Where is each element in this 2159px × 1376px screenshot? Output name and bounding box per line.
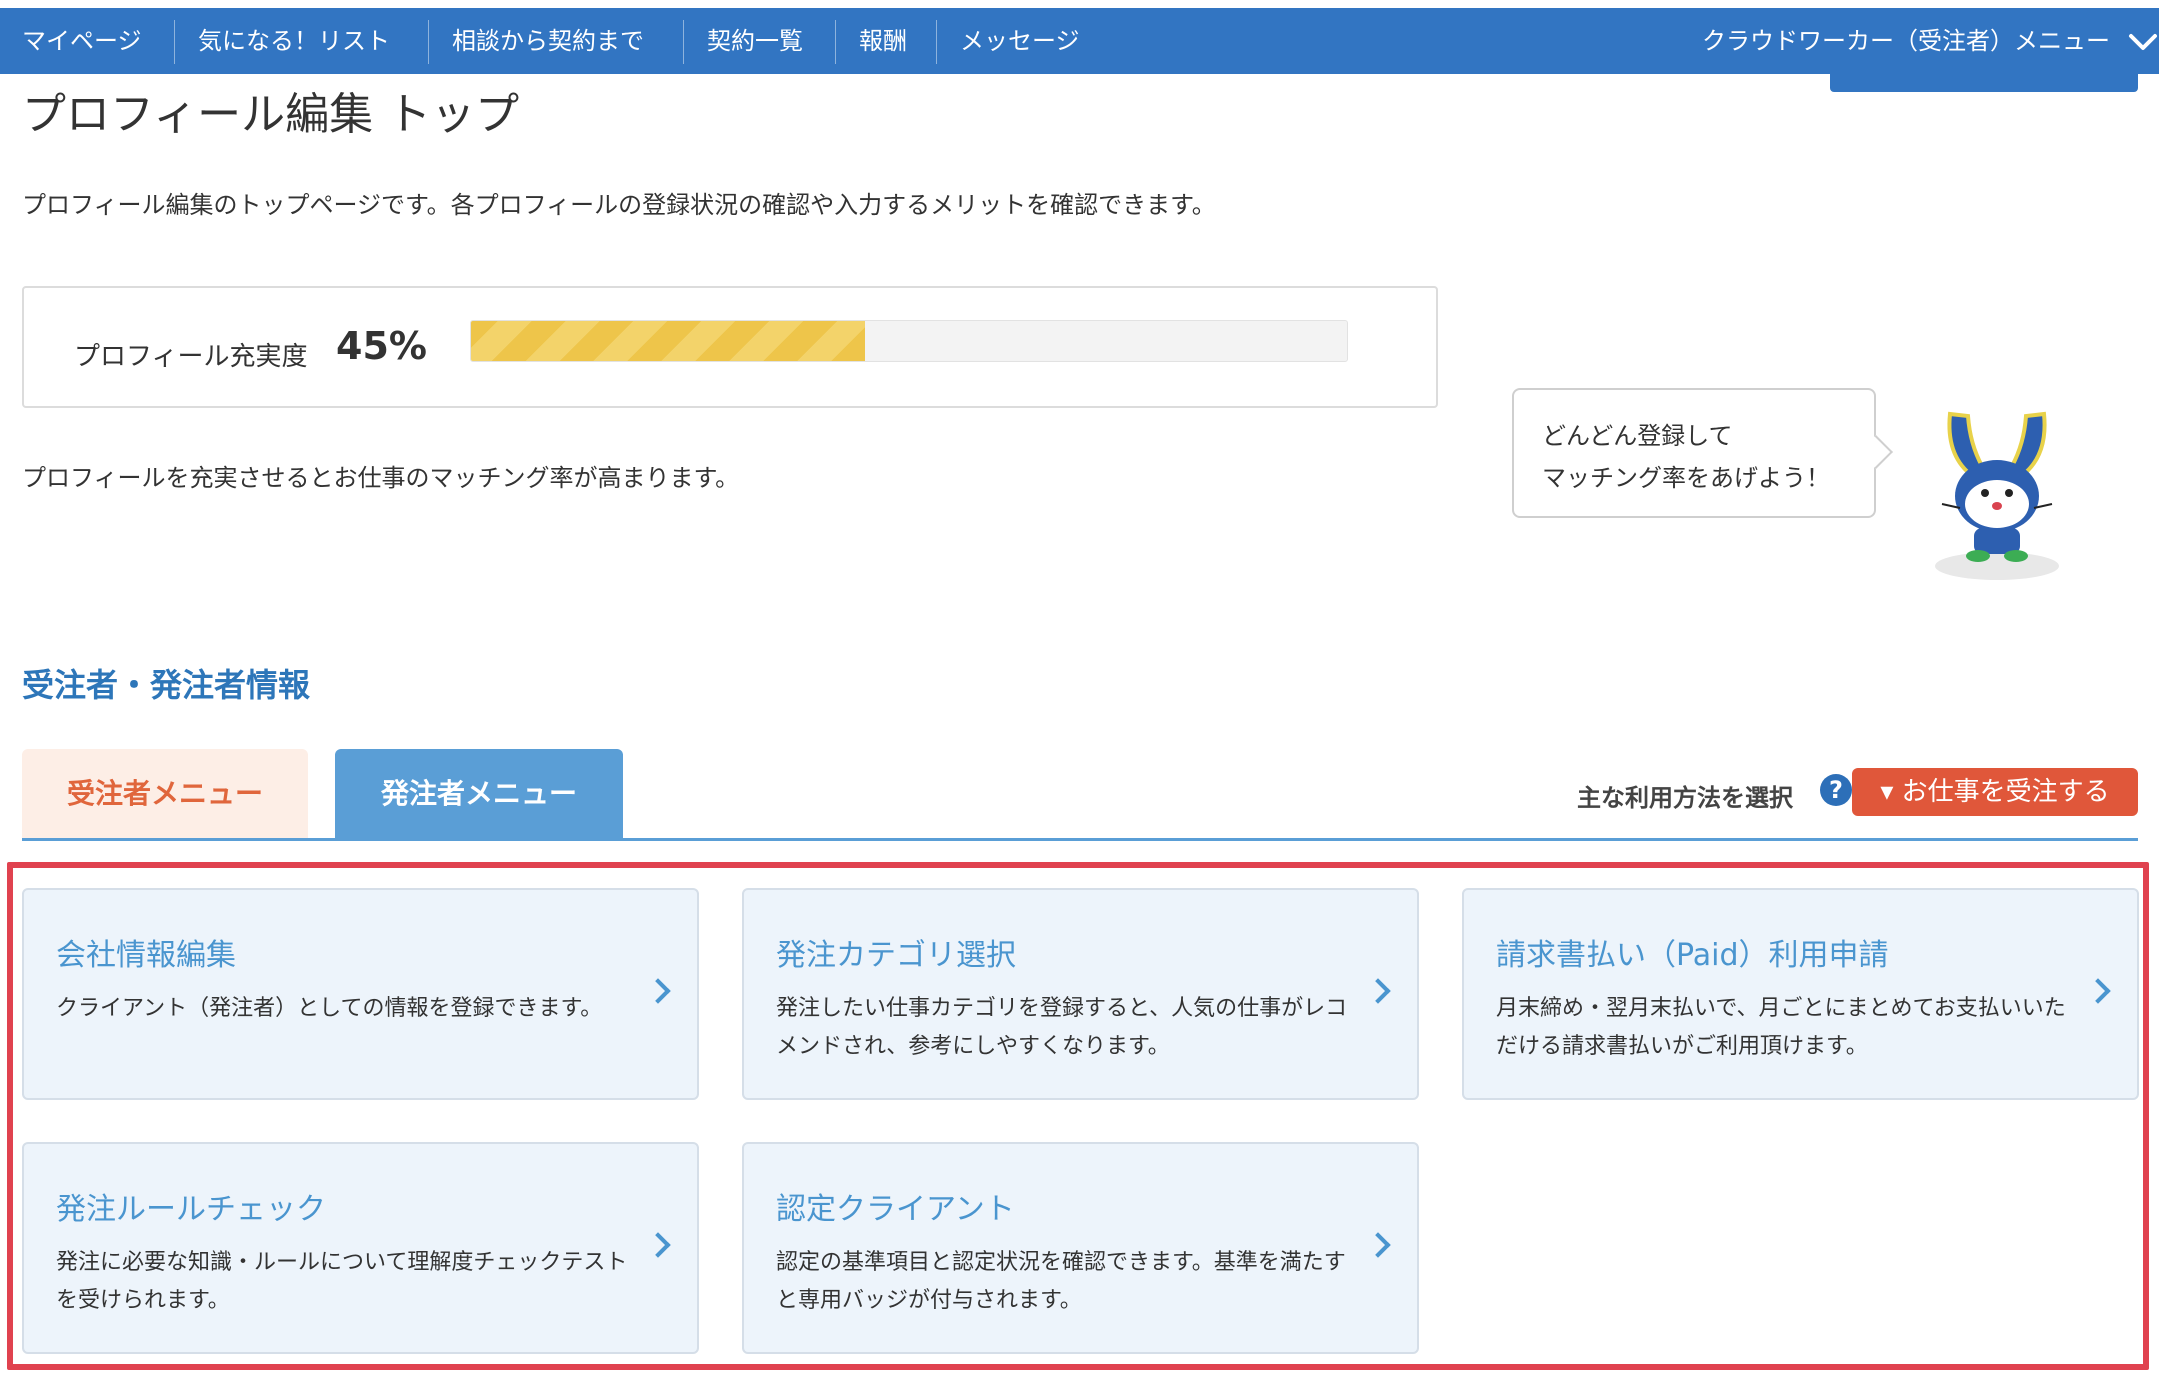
role-menu-label: クラウドワーカー（受注者）メニュー <box>1702 27 2110 55</box>
usage-method-label: 主な利用方法を選択 <box>1577 784 1793 812</box>
card-title: 会社情報編集 <box>56 938 236 973</box>
card-title: 発注カテゴリ選択 <box>776 938 1016 973</box>
top-navigation-bar: マイページ 気になる！リスト 相談から契約まで 契約一覧 報酬 メッセージ クラ… <box>0 8 2159 74</box>
card-description: 月末締め・翌月末払いで、月ごとにまとめてお支払いいただける請求書払いがご利用頂け… <box>1496 996 2066 1059</box>
card-title: 発注ルールチェック <box>56 1192 326 1227</box>
chevron-right-icon <box>645 978 671 1004</box>
nav-item-contracts[interactable]: 契約一覧 <box>707 8 803 74</box>
chevron-right-icon <box>2085 978 2111 1004</box>
matching-rate-note: プロフィールを充実させるとお仕事のマッチング率が高まります。 <box>22 464 740 492</box>
speech-line-1: どんどん登録して <box>1542 422 1733 450</box>
nav-item-consult-to-contract[interactable]: 相談から契約まで <box>452 8 644 74</box>
help-icon[interactable]: ? <box>1820 774 1852 806</box>
nav-separator <box>835 20 836 64</box>
completeness-label: プロフィール充実度 <box>74 342 308 372</box>
completeness-progress-fill <box>471 321 866 361</box>
nav-item-messages[interactable]: メッセージ <box>960 8 1080 74</box>
section-title: 受注者・発注者情報 <box>22 666 311 704</box>
nav-item-mypage[interactable]: マイページ <box>22 8 142 74</box>
page-description: プロフィール編集のトップページです。各プロフィールの登録状況の確認や入力するメリ… <box>22 191 1216 219</box>
speech-line-2: マッチング率をあげよう！ <box>1542 464 1830 492</box>
chevron-down-icon <box>2128 34 2157 50</box>
role-menu-toggle[interactable]: クラウドワーカー（受注者）メニュー <box>1702 8 2158 74</box>
card-description: 発注したい仕事カテゴリを登録すると、人気の仕事がレコメンドされ、参考にしやすくな… <box>776 996 1348 1059</box>
tab-underline <box>22 838 2138 841</box>
nav-menu-tab-strip <box>1830 74 2138 92</box>
card-description: 認定の基準項目と認定状況を確認できます。基準を満たすと専用バッジが付与されます。 <box>776 1250 1346 1313</box>
rabbit-mascot-icon <box>1935 411 2059 580</box>
card-title: 請求書払い（Paid）利用申請 <box>1496 938 1889 973</box>
card-order-category[interactable]: 発注カテゴリ選択 発注したい仕事カテゴリを登録すると、人気の仕事がレコメンドされ… <box>742 888 1419 1100</box>
chevron-right-icon <box>1365 1232 1391 1258</box>
completeness-progress-bar <box>470 320 1348 362</box>
nav-separator <box>428 20 429 64</box>
tab-client-menu[interactable]: 発注者メニュー <box>335 749 623 839</box>
card-order-rule-check[interactable]: 発注ルールチェック 発注に必要な知識・ルールについて理解度チェックテストを受けら… <box>22 1142 699 1354</box>
usage-method-select-button[interactable]: ▾ お仕事を受注する <box>1852 768 2138 816</box>
card-description: 発注に必要な知識・ルールについて理解度チェックテストを受けられます。 <box>56 1250 628 1313</box>
card-title: 認定クライアント <box>776 1192 1015 1227</box>
page-title: プロフィール編集 トップ <box>22 89 520 140</box>
nav-separator <box>174 20 175 64</box>
completeness-percent: 45% <box>336 324 427 368</box>
nav-item-watchlist[interactable]: 気になる！リスト <box>198 8 390 74</box>
nav-separator <box>683 20 684 64</box>
profile-completeness-box: プロフィール充実度 45% <box>22 286 1438 408</box>
nav-item-rewards[interactable]: 報酬 <box>859 8 907 74</box>
chevron-right-icon <box>645 1232 671 1258</box>
mascot-speech-bubble: どんどん登録して マッチング率をあげよう！ <box>1512 388 1893 518</box>
card-invoice-payment[interactable]: 請求書払い（Paid）利用申請 月末締め・翌月末払いで、月ごとにまとめてお支払い… <box>1462 888 2139 1100</box>
nav-separator <box>936 20 937 64</box>
card-description: クライアント（発注者）としての情報を登録できます。 <box>56 996 603 1021</box>
tab-contractor-menu[interactable]: 受注者メニュー <box>22 749 308 839</box>
speech-bubble-tail <box>1859 435 1893 469</box>
card-company-info[interactable]: 会社情報編集 クライアント（発注者）としての情報を登録できます。 <box>22 888 699 1100</box>
chevron-right-icon <box>1365 978 1391 1004</box>
card-certified-client[interactable]: 認定クライアント 認定の基準項目と認定状況を確認できます。基準を満たすと専用バッ… <box>742 1142 1419 1354</box>
